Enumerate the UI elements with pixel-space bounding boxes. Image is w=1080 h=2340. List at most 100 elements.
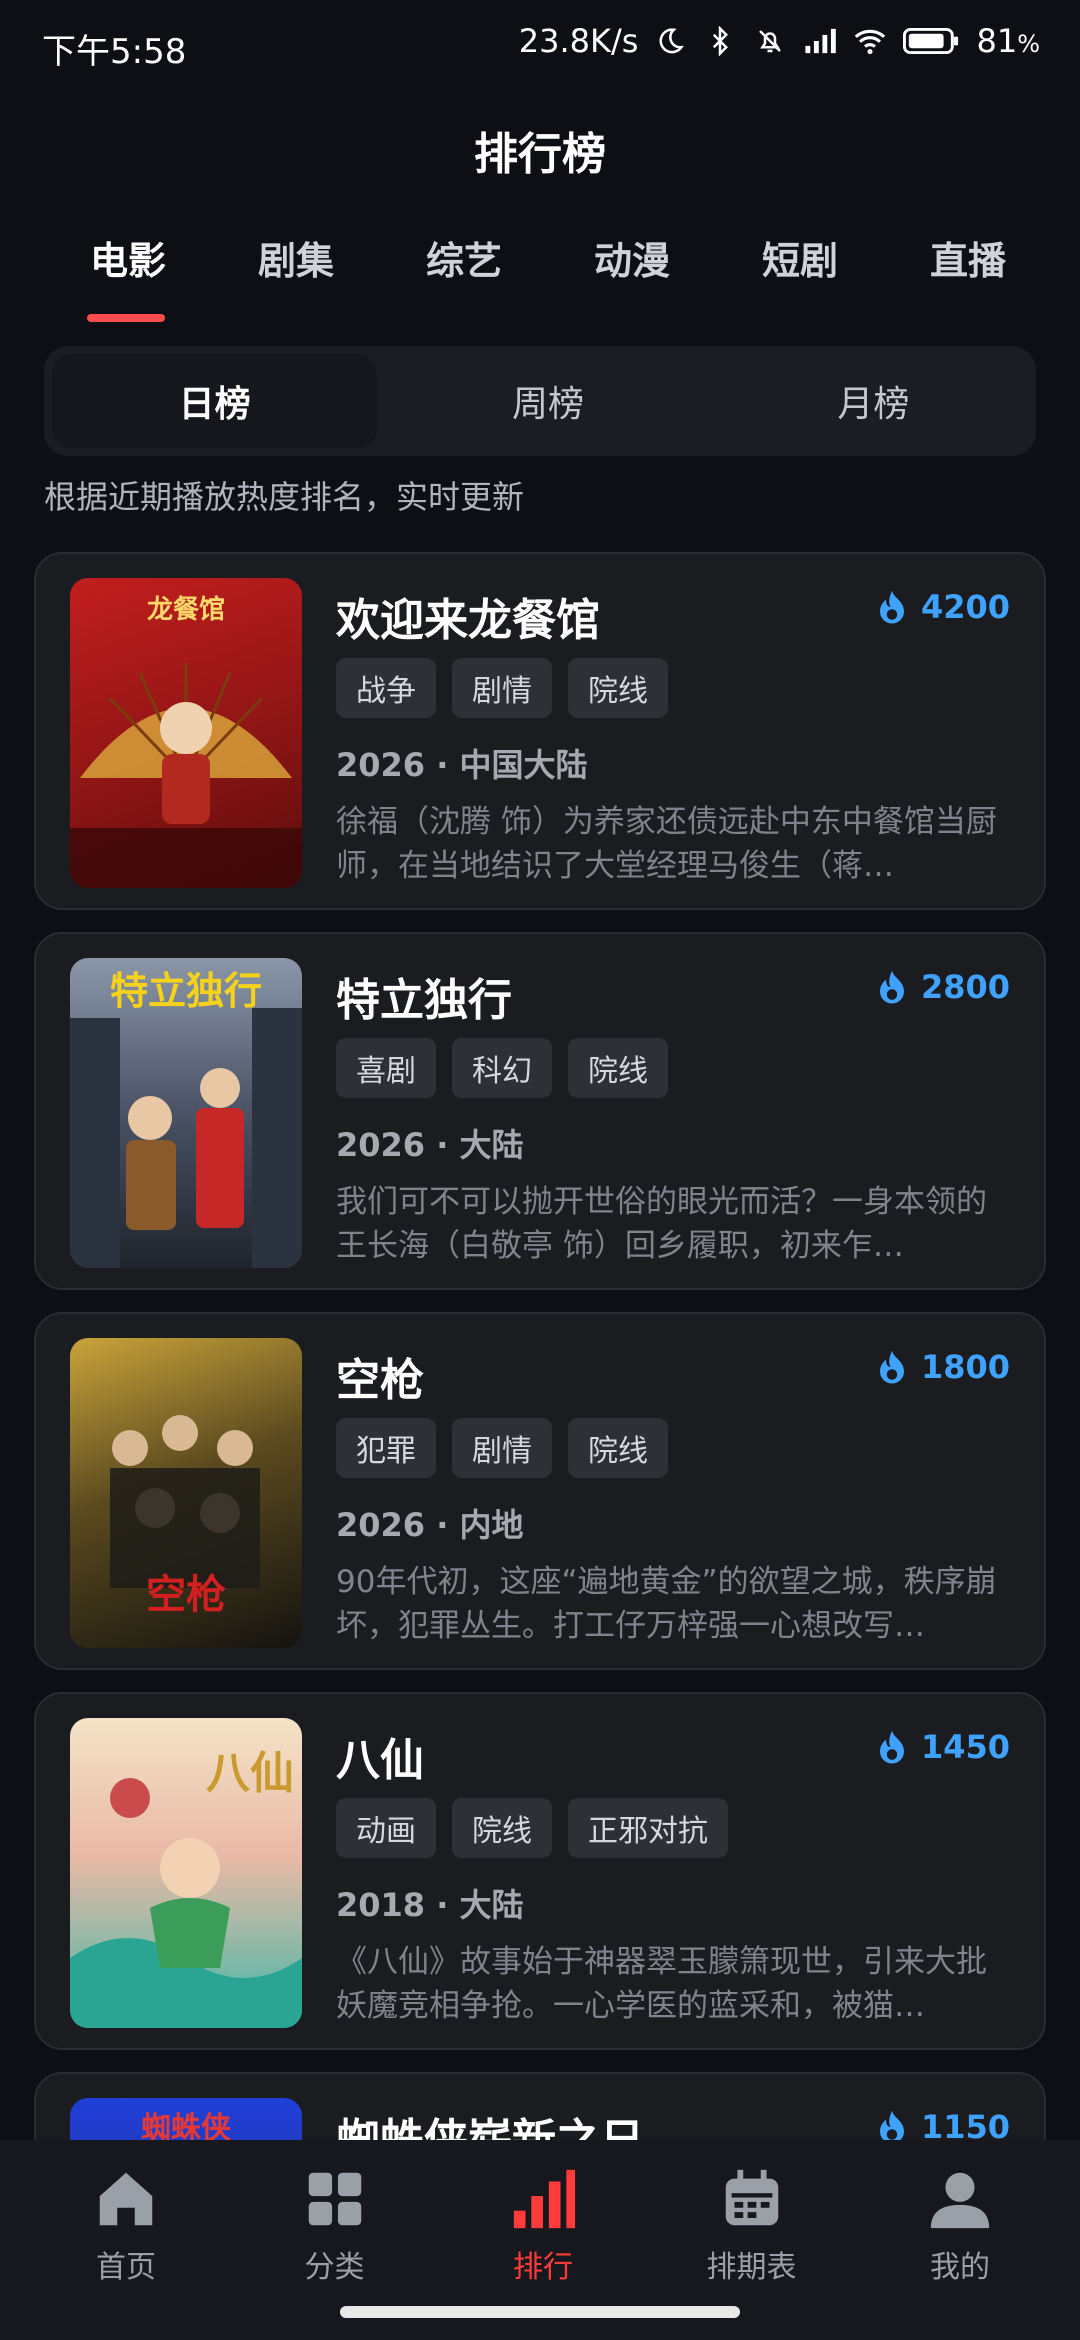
movie-description: 我们可不可以抛开世俗的眼光而活？一身本领的王长海（白敬亭 饰）回乡履职，初来乍…: [336, 1184, 987, 1264]
tab-movie[interactable]: 电影: [48, 230, 208, 322]
page-title: 排行榜: [474, 129, 606, 180]
flame-icon: [879, 590, 904, 624]
bluetooth-icon: [702, 23, 738, 59]
ranking-screen: 下午5:58 23.8K/s 81% 排行榜 电影 剧集 综艺 动漫 短剧 直播…: [0, 0, 1080, 2340]
user-icon: [930, 2172, 990, 2229]
movie-description: 《八仙》故事始于神器翠玉朦箫现世，引来大批妖魔竞相争抢。一心学医的蓝采和，被猫…: [336, 1944, 987, 2024]
tab-label: 直播: [929, 239, 1006, 283]
movie-description: 徐福（沈腾 饰）为养家还债远赴中东中餐馆当厨师，在当地结识了大堂经理马俊生（蒋…: [336, 804, 997, 884]
heat-value: 4200: [920, 588, 1010, 626]
period-selector: 日榜 周榜 月榜: [44, 346, 1036, 456]
genre-tag[interactable]: 战争: [336, 658, 436, 718]
bell-off-icon: [752, 23, 788, 59]
tab-label: 综艺: [425, 239, 502, 283]
movie-poster[interactable]: 空枪: [70, 1338, 302, 1648]
period-weekly[interactable]: 周榜: [385, 346, 710, 456]
genre-tag[interactable]: 院线: [568, 1038, 668, 1098]
genre-tag[interactable]: 院线: [452, 1798, 552, 1858]
net-speed: 23.8K/s: [518, 22, 639, 60]
genre-tag[interactable]: 院线: [568, 1418, 668, 1478]
heat-value: 2800: [920, 968, 1010, 1006]
heat-score: 1450: [877, 1728, 1010, 1766]
tab-variety[interactable]: 综艺: [384, 230, 544, 320]
signal-icon: [802, 23, 838, 59]
nav-label: 我的: [930, 2250, 990, 2285]
moon-icon: [652, 23, 688, 59]
calendar-icon: [725, 2169, 778, 2226]
category-tabs: 电影 剧集 综艺 动漫 短剧 直播: [48, 230, 1048, 322]
movie-title: 欢迎来龙餐馆: [336, 595, 600, 646]
battery-icon: [902, 23, 962, 59]
home-icon: [99, 2172, 153, 2226]
movie-card[interactable]: 空枪 空枪 1800 犯罪 剧情 院线 2026 · 内地 90年代初，这座“遍…: [34, 1312, 1046, 1670]
heat-value: 1450: [920, 1728, 1010, 1766]
heat-score: 2800: [877, 968, 1010, 1006]
nav-label: 首页: [96, 2250, 156, 2285]
flame-icon: [879, 1350, 904, 1384]
genre-tag[interactable]: 正邪对抗: [568, 1798, 728, 1858]
nav-label: 排行: [513, 2250, 573, 2285]
movie-meta: 2026 · 大陆: [336, 1126, 524, 1164]
movie-meta: 2018 · 大陆: [336, 1886, 524, 1924]
heat-score: 1800: [877, 1348, 1010, 1386]
battery-level: 81%: [976, 22, 1040, 60]
active-tab-indicator: [87, 314, 165, 322]
movie-title: 八仙: [336, 1735, 424, 1786]
genre-tag[interactable]: 动画: [336, 1798, 436, 1858]
genre-tag[interactable]: 喜剧: [336, 1038, 436, 1098]
nav-label: 分类: [304, 2250, 365, 2285]
movie-poster[interactable]: 八仙: [70, 1718, 302, 2028]
nav-home[interactable]: 首页: [46, 2164, 206, 2286]
heat-score: 4200: [877, 588, 1010, 626]
heat-value: 1800: [920, 1348, 1010, 1386]
tab-series[interactable]: 剧集: [216, 230, 376, 320]
tag-list: 战争 剧情 院线: [336, 658, 668, 718]
flame-icon: [879, 1730, 904, 1764]
movie-card[interactable]: 龙餐馆 欢迎来龙餐馆 4200 战争 剧情 院线 2026 · 中国大陆 徐福（…: [34, 552, 1046, 910]
genre-tag[interactable]: 犯罪: [336, 1418, 436, 1478]
nav-ranking[interactable]: 排行: [463, 2164, 623, 2286]
svg-text:空枪: 空枪: [146, 1573, 226, 1617]
nav-category[interactable]: 分类: [255, 2164, 415, 2286]
movie-poster[interactable]: 龙餐馆: [70, 578, 302, 888]
flame-icon: [879, 970, 904, 1004]
period-daily[interactable]: 日榜: [52, 354, 378, 448]
status-bar: 下午5:58 23.8K/s 81%: [0, 0, 1080, 90]
movie-poster[interactable]: 特立独行: [70, 958, 302, 1268]
ranking-icon: [513, 2169, 576, 2229]
wifi-icon: [852, 23, 888, 59]
tag-list: 喜剧 科幻 院线: [336, 1038, 668, 1098]
grid-icon: [308, 2172, 361, 2226]
tab-label: 剧集: [257, 239, 334, 283]
genre-tag[interactable]: 科幻: [452, 1038, 552, 1098]
movie-title: 空枪: [336, 1355, 424, 1406]
movie-list: 龙餐馆 欢迎来龙餐馆 4200 战争 剧情 院线 2026 · 中国大陆 徐福（…: [34, 552, 1046, 2340]
home-indicator[interactable]: [340, 2306, 740, 2318]
tab-label: 电影: [89, 239, 166, 283]
tab-short-drama[interactable]: 短剧: [720, 230, 880, 320]
movie-description: 90年代初，这座“遍地黄金”的欲望之城，秩序崩坏，犯罪丛生。打工仔万梓强一心想改…: [336, 1564, 997, 1644]
genre-tag[interactable]: 剧情: [452, 658, 552, 718]
tab-live[interactable]: 直播: [888, 230, 1048, 320]
nav-label: 排期表: [706, 2250, 797, 2285]
movie-meta: 2026 · 中国大陆: [336, 746, 588, 784]
nav-schedule[interactable]: 排期表: [672, 2164, 832, 2286]
nav-profile[interactable]: 我的: [880, 2164, 1040, 2286]
tab-label: 动漫: [593, 239, 670, 283]
tab-anime[interactable]: 动漫: [552, 230, 712, 320]
tag-list: 犯罪 剧情 院线: [336, 1418, 668, 1478]
movie-card[interactable]: 八仙 八仙 1450 动画 院线 正邪对抗 2018 · 大陆 《八仙》故事始于…: [34, 1692, 1046, 2050]
status-icons: 23.8K/s 81%: [519, 22, 1040, 60]
genre-tag[interactable]: 院线: [568, 658, 668, 718]
movie-card[interactable]: 特立独行 特立独行 2800 喜剧 科幻 院线 2026 · 大陆 我们可不可以…: [34, 932, 1046, 1290]
svg-text:八仙: 八仙: [206, 1749, 294, 1798]
period-monthly[interactable]: 月榜: [711, 346, 1036, 456]
movie-meta: 2026 · 内地: [336, 1506, 524, 1544]
svg-text:龙餐馆: 龙餐馆: [147, 594, 225, 624]
movie-title: 特立独行: [336, 975, 512, 1026]
status-time: 下午5:58: [42, 32, 187, 72]
svg-text:特立独行: 特立独行: [110, 971, 262, 1013]
ranking-hint: 根据近期播放热度排名，实时更新: [44, 478, 525, 516]
genre-tag[interactable]: 剧情: [452, 1418, 552, 1478]
tag-list: 动画 院线 正邪对抗: [336, 1798, 728, 1858]
